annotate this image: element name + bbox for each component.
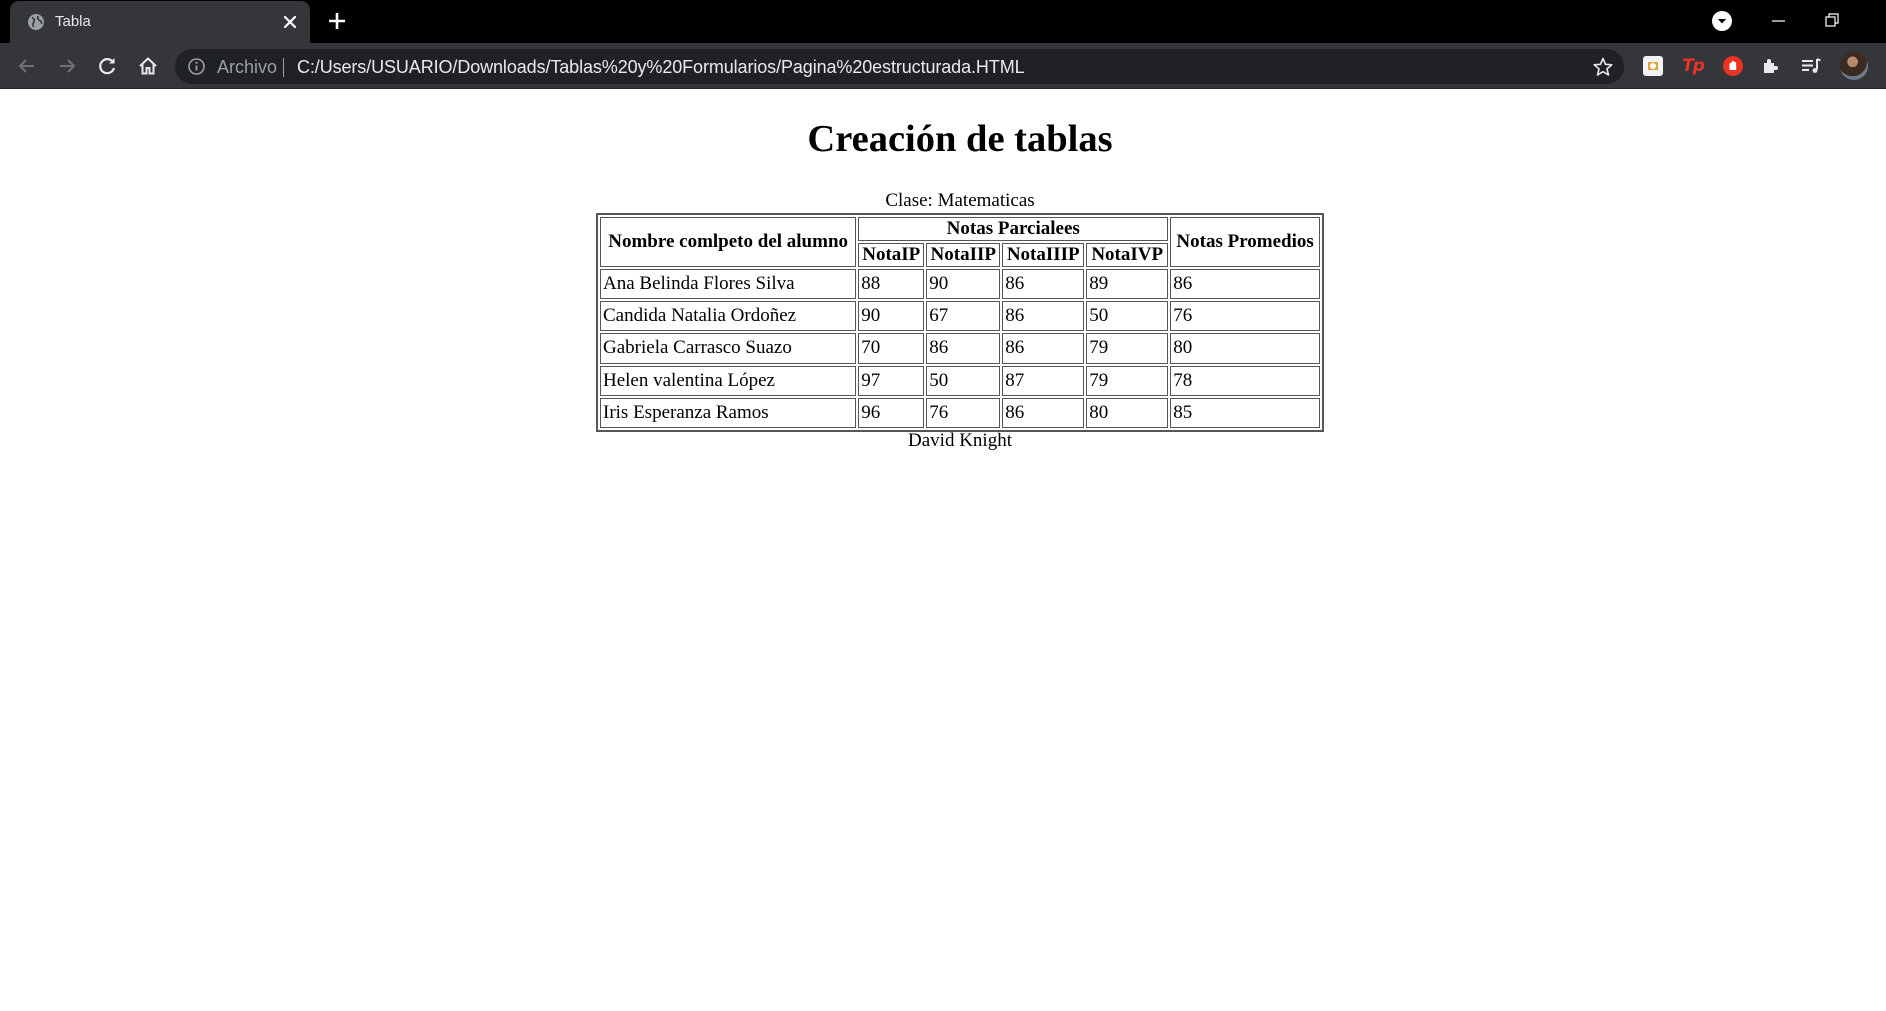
close-icon[interactable] bbox=[281, 13, 299, 31]
average-cell: 80 bbox=[1170, 333, 1320, 364]
restore-icon[interactable] bbox=[1823, 11, 1841, 29]
header-average: Notas Promedios bbox=[1170, 217, 1320, 267]
author-footer: David Knight bbox=[908, 430, 1012, 451]
nota-cell: 86 bbox=[926, 333, 1001, 364]
header-partial-notes: Notas Parcialees bbox=[858, 217, 1169, 241]
media-queue-icon[interactable] bbox=[1799, 54, 1823, 78]
extension-badge-icon[interactable] bbox=[1641, 54, 1665, 78]
student-name-cell: Iris Esperanza Ramos bbox=[600, 397, 857, 428]
tab-title: Tabla bbox=[55, 13, 91, 30]
tab-search-icon[interactable] bbox=[1712, 11, 1732, 31]
browser-toolbar: Archivo C:/Users/USUARIO/Downloads/Tabla… bbox=[0, 43, 1886, 89]
header-nota-4: NotaIVP bbox=[1086, 243, 1169, 267]
header-nota-2: NotaIIP bbox=[926, 243, 1001, 267]
table-caption: Clase: Matematicas bbox=[885, 190, 1035, 211]
average-cell: 78 bbox=[1170, 365, 1320, 396]
nota-cell: 86 bbox=[1002, 333, 1085, 364]
reload-icon[interactable] bbox=[94, 53, 120, 79]
nota-cell: 79 bbox=[1086, 333, 1169, 364]
adblock-extension-icon[interactable] bbox=[1721, 54, 1745, 78]
nota-cell: 86 bbox=[1002, 397, 1085, 428]
arrow-right-icon[interactable] bbox=[54, 53, 80, 79]
globe-icon bbox=[28, 14, 44, 30]
grades-table: Nombre comlpeto del alumno Notas Parcial… bbox=[596, 213, 1324, 432]
table-row: Gabriela Carrasco Suazo 70 86 86 79 80 bbox=[600, 333, 1320, 364]
tp-extension-icon[interactable]: Tp bbox=[1681, 54, 1705, 78]
scheme-label: Archivo bbox=[217, 57, 278, 77]
student-name-cell: Ana Belinda Flores Silva bbox=[600, 269, 857, 300]
address-bar[interactable]: Archivo C:/Users/USUARIO/Downloads/Tabla… bbox=[175, 49, 1624, 84]
tab-strip: Tabla bbox=[0, 0, 1886, 43]
header-nota-1: NotaIP bbox=[858, 243, 925, 267]
minimize-icon[interactable] bbox=[1770, 14, 1787, 28]
nota-cell: 97 bbox=[858, 365, 925, 396]
nota-cell: 50 bbox=[926, 365, 1001, 396]
nota-cell: 76 bbox=[926, 397, 1001, 428]
nota-cell: 90 bbox=[858, 301, 925, 332]
chevron-down-icon bbox=[1718, 19, 1726, 24]
star-icon[interactable] bbox=[1592, 56, 1614, 78]
table-row: Helen valentina López 97 50 87 79 78 bbox=[600, 365, 1320, 396]
page-content: Creación de tablas Clase: Matematicas No… bbox=[0, 89, 1886, 1011]
url-text[interactable]: C:/Users/USUARIO/Downloads/Tablas%20y%20… bbox=[297, 56, 1025, 78]
tab-tabla[interactable]: Tabla bbox=[10, 1, 310, 43]
student-name-cell: Candida Natalia Ordoñez bbox=[600, 301, 857, 332]
arrow-left-icon[interactable] bbox=[14, 53, 40, 79]
average-cell: 86 bbox=[1170, 269, 1320, 300]
average-cell: 76 bbox=[1170, 301, 1320, 332]
nota-cell: 88 bbox=[858, 269, 925, 300]
nota-cell: 86 bbox=[1002, 301, 1085, 332]
nota-cell: 96 bbox=[858, 397, 925, 428]
table-row: Candida Natalia Ordoñez 90 67 86 50 76 bbox=[600, 301, 1320, 332]
info-icon[interactable] bbox=[187, 57, 206, 76]
nota-cell: 87 bbox=[1002, 365, 1085, 396]
home-icon[interactable] bbox=[135, 53, 161, 79]
nota-cell: 70 bbox=[858, 333, 925, 364]
nota-cell: 79 bbox=[1086, 365, 1169, 396]
nota-cell: 89 bbox=[1086, 269, 1169, 300]
nota-cell: 86 bbox=[1002, 269, 1085, 300]
puzzle-icon[interactable] bbox=[1759, 54, 1783, 78]
student-name-cell: Gabriela Carrasco Suazo bbox=[600, 333, 857, 364]
table-row: Ana Belinda Flores Silva 88 90 86 89 86 bbox=[600, 269, 1320, 300]
address-divider bbox=[283, 58, 284, 77]
nota-cell: 50 bbox=[1086, 301, 1169, 332]
table-row: Iris Esperanza Ramos 96 76 86 80 85 bbox=[600, 397, 1320, 428]
nota-cell: 67 bbox=[926, 301, 1001, 332]
avatar[interactable] bbox=[1840, 52, 1868, 80]
header-student-name: Nombre comlpeto del alumno bbox=[600, 217, 857, 267]
nota-cell: 80 bbox=[1086, 397, 1169, 428]
page-title: Creación de tablas bbox=[807, 118, 1113, 160]
header-nota-3: NotaIIIP bbox=[1002, 243, 1085, 267]
nota-cell: 90 bbox=[926, 269, 1001, 300]
plus-icon[interactable] bbox=[326, 10, 348, 32]
average-cell: 85 bbox=[1170, 397, 1320, 428]
header-row: Nombre comlpeto del alumno Notas Parcial… bbox=[600, 217, 1320, 267]
student-name-cell: Helen valentina López bbox=[600, 365, 857, 396]
